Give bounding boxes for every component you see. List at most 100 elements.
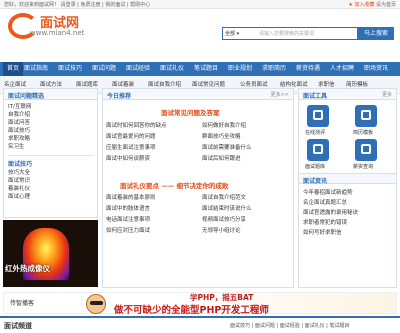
tool-tile-icon[interactable]: [307, 139, 329, 161]
subnav-item[interactable]: 面试方法: [40, 80, 62, 88]
search-input[interactable]: 请输入您要搜索的关键词: [259, 30, 314, 37]
news-item[interactable]: 面试官透露的录用秘诀: [303, 208, 358, 218]
headline-link[interactable]: 面试礼仪要点 —— 细节决定你的成败: [120, 180, 229, 190]
article-link[interactable]: 面试结束时该说什么: [202, 204, 252, 212]
search-category-select[interactable]: 全部 ▾: [225, 30, 239, 37]
add-favorite-link[interactable]: ★ 加入收藏: [348, 2, 374, 8]
right-panel-title: 面试工具: [303, 93, 328, 100]
tool-tile-icon[interactable]: [355, 105, 377, 127]
tool-tile-label[interactable]: 面试题库: [305, 163, 325, 170]
center-more-link[interactable]: 更多>>: [271, 91, 289, 98]
left-list-item[interactable]: IT/互联网: [8, 103, 31, 111]
site-logo[interactable]: 面试网 www.mian4.net: [8, 11, 96, 42]
article-link[interactable]: 面试自我介绍范文: [202, 193, 246, 201]
nav-item[interactable]: 求职简历: [262, 62, 286, 76]
article-link[interactable]: 面试着装的基本原则: [106, 193, 156, 201]
right-more-link[interactable]: 更多: [382, 91, 392, 98]
subnav-item[interactable]: 结构化面试: [280, 80, 308, 88]
right-panel-header: 面试工具 更多: [299, 89, 396, 100]
nav-item[interactable]: 面试问题: [92, 62, 116, 76]
main-nav: 首页 面试指南 面试技巧 面试问题 面试经验 面试礼仪 笔试题目 职业规划 求职…: [0, 62, 400, 76]
nav-item[interactable]: 面试技巧: [58, 62, 82, 76]
banner-headline: 做不可缺少的全能型PHP开发工程师: [114, 305, 269, 316]
divider: [8, 155, 94, 156]
nav-item[interactable]: 人才招聘: [330, 62, 354, 76]
php-training-banner[interactable]: 传智播客 学PHP，摇五BAT 做不可缺少的全能型PHP开发工程师: [3, 292, 397, 316]
search-box[interactable]: 全部 ▾ 请输入您要搜索的关键词: [222, 27, 358, 40]
banner-brand: 传智播客: [10, 300, 35, 307]
subnav-item[interactable]: 面试自我介绍: [148, 80, 181, 88]
news-title: 面试资讯: [303, 178, 328, 185]
left-panel-header: 面试问题精选: [4, 89, 97, 100]
subnav-item[interactable]: 公务员面试: [240, 80, 268, 88]
article-link[interactable]: 面试前需要准备什么: [202, 143, 252, 151]
left-list-item[interactable]: 面试常识: [8, 177, 30, 185]
article-link[interactable]: 电话面试注意事项: [106, 215, 150, 223]
left-panel: 面试问题精选 IT/互联网 自我介绍 面试问答 面试技巧 求职攻略 实习生 面试…: [3, 88, 98, 218]
subnav-item[interactable]: 面试常见问题: [192, 80, 225, 88]
article-link[interactable]: 群面技巧全攻略: [202, 132, 241, 140]
article-link[interactable]: 视频面试技巧分享: [202, 215, 246, 223]
nav-item[interactable]: 面试礼仪: [160, 62, 184, 76]
top-bar-links[interactable]: 您好，欢迎来到面试网！ 请登录 | 免费注册 | 我的面试 | 帮助中心: [4, 1, 150, 8]
article-link[interactable]: 如何做好自我介绍: [202, 121, 246, 129]
left-list-item[interactable]: 面试技巧: [8, 127, 31, 135]
bottom-section-header: 面试频道 面试技巧 | 面试问题 | 面试经验 | 面试礼仪 | 笔试题目: [0, 316, 400, 333]
subnav-item[interactable]: 名企面试: [4, 80, 26, 88]
subnav-item[interactable]: 求职信: [318, 80, 335, 88]
tool-tile-label[interactable]: 简历模板: [353, 129, 373, 136]
subnav-item[interactable]: 简历模板: [346, 80, 368, 88]
left-list-item[interactable]: 着装礼仪: [8, 185, 30, 193]
article-link[interactable]: 面试官最爱问的问题: [106, 132, 156, 140]
tool-tile-icon[interactable]: [307, 105, 329, 127]
article-link[interactable]: 面试中的肢体语言: [106, 204, 150, 212]
tool-tile-label[interactable]: 薪资查询: [353, 163, 373, 170]
cartoon-face-icon: [86, 294, 106, 314]
left-list-item[interactable]: 自我介绍: [8, 111, 31, 119]
set-homepage-link[interactable]: 设为首页: [376, 2, 396, 8]
search-button[interactable]: 马上搜索: [358, 27, 394, 40]
news-item[interactable]: 求职者常犯的错误: [303, 218, 358, 228]
nav-item[interactable]: 薪资待遇: [296, 62, 320, 76]
nav-home[interactable]: 首页: [3, 62, 24, 76]
left-list-item[interactable]: 面试问答: [8, 119, 31, 127]
left-list-2: 技巧大全 面试常识 着装礼仪 面试心理: [8, 169, 30, 201]
left-list-item[interactable]: 实习生: [8, 143, 31, 151]
nav-item[interactable]: 面试经验: [126, 62, 150, 76]
logo-url: www.mian4.net: [30, 29, 85, 37]
subnav-item[interactable]: 面试着装: [112, 80, 134, 88]
headline-link[interactable]: 面试常见问题及答案: [161, 107, 220, 117]
article-link[interactable]: 面试中如何谈薪资: [106, 154, 150, 162]
left-panel-title: 面试问题精选: [8, 93, 45, 100]
news-list: 今年春招面试新趋势 名企面试真题汇总 面试官透露的录用秘诀 求职者常犯的错误 如…: [303, 188, 358, 238]
bottom-section-links[interactable]: 面试技巧 | 面试问题 | 面试经验 | 面试礼仪 | 笔试题目: [230, 322, 349, 329]
left-list-item[interactable]: 求职攻略: [8, 135, 31, 143]
bottom-section-title: 面试频道: [4, 322, 32, 330]
news-item[interactable]: 如何写好求职信: [303, 228, 358, 238]
nav-item[interactable]: 职业规划: [228, 62, 252, 76]
tool-tile-label[interactable]: 在线测评: [305, 129, 325, 136]
thermal-camera-ad[interactable]: 红外热成像仪: [3, 220, 98, 287]
left-panel-subtitle: 面试技巧: [8, 161, 33, 168]
article-link[interactable]: 面试后如何跟进: [202, 154, 241, 162]
left-list: IT/互联网 自我介绍 面试问答 面试技巧 求职攻略 实习生: [8, 103, 31, 151]
center-panel-title: 今日推荐: [107, 93, 132, 100]
tool-tile-icon[interactable]: [355, 139, 377, 161]
nav-item[interactable]: 职场资讯: [364, 62, 388, 76]
left-list-item[interactable]: 面试心理: [8, 193, 30, 201]
top-bar-right: ★ 加入收藏 设为首页: [348, 1, 396, 8]
center-panel-header: 今日推荐 更多>>: [103, 89, 293, 100]
news-item[interactable]: 今年春招面试新趋势: [303, 188, 358, 198]
article-link[interactable]: 如何应对压力面试: [106, 226, 150, 234]
top-bar: 您好，欢迎来到面试网！ 请登录 | 免费注册 | 我的面试 | 帮助中心 ★ 加…: [0, 0, 400, 9]
left-list-item[interactable]: 技巧大全: [8, 169, 30, 177]
nav-item[interactable]: 笔试题目: [194, 62, 218, 76]
thermal-ad-label: 红外热成像仪: [5, 264, 50, 273]
right-panel: 面试工具 更多 在线测评 简历模板 面试题库 薪资查询 面试资讯 今年春招面试新…: [298, 88, 397, 288]
subnav-item[interactable]: 面试题库: [76, 80, 98, 88]
article-link[interactable]: 无领导小组讨论: [202, 226, 241, 234]
news-item[interactable]: 名企面试真题汇总: [303, 198, 358, 208]
nav-item[interactable]: 面试指南: [24, 62, 48, 76]
article-link[interactable]: 面试时如何回答你的缺点: [106, 121, 167, 129]
article-link[interactable]: 应届生面试注意事项: [106, 143, 156, 151]
